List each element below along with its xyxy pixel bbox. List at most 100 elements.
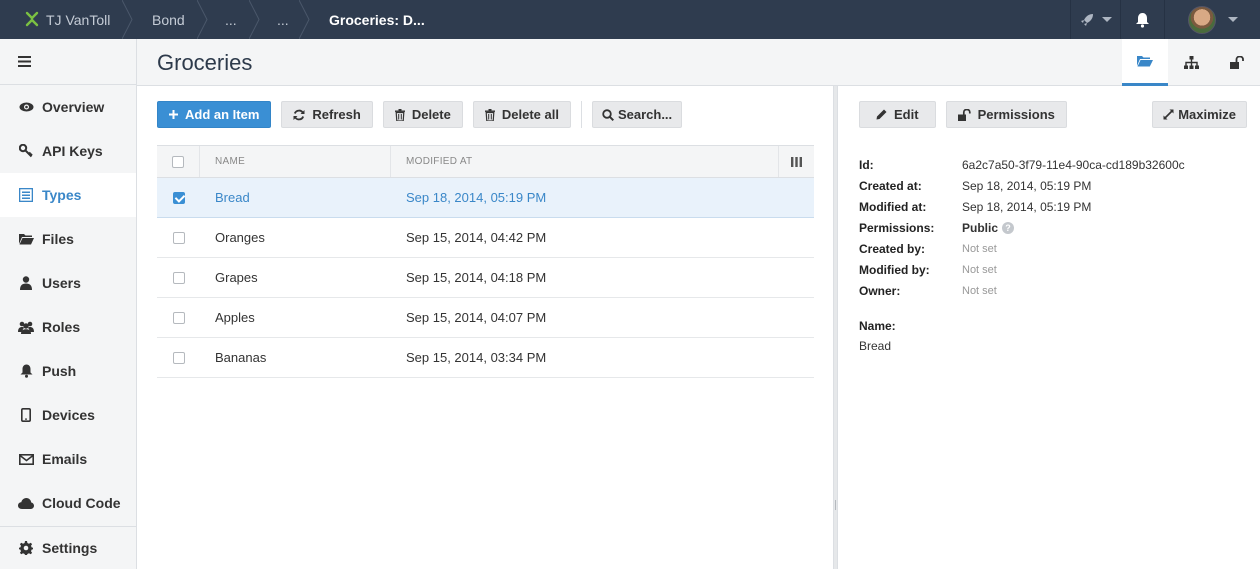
page-header: Groceries: [137, 39, 1260, 86]
item-properties: Id: 6a2c7a50-3f79-11e4-90ca-cd189b32600c…: [859, 154, 1249, 301]
unlock-icon: [1230, 56, 1244, 69]
chevron-down-icon: [1227, 17, 1238, 22]
unlock-icon: [957, 108, 971, 121]
search-icon: [602, 108, 614, 121]
grid-header: NAME MODIFIED AT: [157, 145, 814, 178]
breadcrumb-user[interactable]: TJ VanToll: [0, 0, 133, 39]
cell-modified: Sep 15, 2014, 04:07 PM: [406, 310, 547, 325]
property-value: Sep 18, 2014, 05:19 PM: [962, 178, 1092, 193]
table-row[interactable]: Bananas Sep 15, 2014, 03:34 PM: [157, 338, 814, 378]
page-title: Groceries: [157, 50, 253, 75]
sidebar-item-emails[interactable]: Emails: [0, 437, 136, 481]
property-value: Not set: [962, 263, 997, 276]
sidebar-toggle-button[interactable]: [0, 39, 136, 85]
sidebar-item-label: Devices: [42, 407, 95, 423]
cell-modified: Sep 15, 2014, 04:18 PM: [406, 270, 547, 285]
deploy-menu-button[interactable]: [1070, 0, 1120, 39]
table-row[interactable]: Grapes Sep 15, 2014, 04:18 PM: [157, 258, 814, 298]
device-icon: [21, 408, 31, 422]
property-label: Modified by:: [859, 262, 930, 277]
tab-structure[interactable]: [1168, 39, 1214, 86]
property-row: Owner: Not set: [859, 280, 1249, 301]
add-item-button[interactable]: Add an Item: [157, 101, 272, 128]
table-row[interactable]: Oranges Sep 15, 2014, 04:42 PM: [157, 218, 814, 258]
refresh-icon: [293, 109, 305, 120]
sidebar-item-settings[interactable]: Settings: [0, 526, 136, 569]
sidebar-item-label: Overview: [42, 99, 105, 115]
property-label: Id:: [859, 157, 874, 172]
property-value: Not set: [962, 242, 997, 255]
row-checkbox[interactable]: [172, 311, 185, 324]
row-checkbox[interactable]: [172, 231, 185, 244]
add-item-label: Add an Item: [185, 107, 260, 122]
row-checkbox[interactable]: [172, 351, 185, 364]
property-row: Permissions: Public ?: [859, 217, 1249, 238]
brand-logo-icon: [25, 11, 39, 27]
tab-data[interactable]: [1122, 39, 1168, 86]
breadcrumb-app[interactable]: Bond: [128, 0, 208, 39]
expand-icon: [1163, 109, 1174, 120]
user-menu-button[interactable]: [1164, 0, 1260, 39]
sidebar-item-label: API Keys: [42, 143, 103, 159]
column-header-name[interactable]: NAME: [200, 146, 391, 177]
column-settings-button[interactable]: [779, 146, 814, 177]
sitemap-icon: [1183, 56, 1199, 69]
property-row: Created by: Not set: [859, 238, 1249, 259]
key-icon: [19, 144, 33, 158]
breadcrumb-label: Bond: [152, 11, 185, 28]
breadcrumb-ellipsis-1[interactable]: ...: [203, 0, 260, 39]
sidebar-item-push[interactable]: Push: [0, 349, 136, 393]
property-label: Modified at:: [859, 199, 927, 214]
row-checkbox[interactable]: [172, 271, 185, 284]
sidebar-item-overview[interactable]: Overview: [0, 85, 136, 129]
sidebar-item-types[interactable]: Types: [0, 173, 136, 217]
search-button[interactable]: Search...: [591, 101, 683, 128]
rocket-icon: [1080, 13, 1093, 26]
property-value: Not set: [962, 284, 997, 297]
sidebar-item-devices[interactable]: Devices: [0, 393, 136, 437]
permissions-button[interactable]: Permissions: [945, 101, 1067, 128]
delete-all-button[interactable]: Delete all: [472, 101, 571, 128]
notifications-button[interactable]: [1120, 0, 1164, 39]
delete-label: Delete: [411, 107, 451, 122]
list-icon: [19, 188, 33, 202]
sidebar-item-users[interactable]: Users: [0, 261, 136, 305]
cloud-icon: [18, 497, 34, 509]
sidebar-item-api-keys[interactable]: API Keys: [0, 129, 136, 173]
table-row[interactable]: Bread Sep 18, 2014, 05:19 PM: [157, 178, 814, 218]
toolbar-divider: [580, 101, 582, 128]
sidebar-item-roles[interactable]: Roles: [0, 305, 136, 349]
name-field-value: Bread: [859, 339, 892, 353]
breadcrumb-label: ...: [225, 11, 237, 28]
delete-button[interactable]: Delete: [382, 101, 463, 128]
edit-button[interactable]: Edit: [859, 101, 936, 128]
sidebar-item-label: Types: [42, 187, 82, 203]
property-row: Created at: Sep 18, 2014, 05:19 PM: [859, 175, 1249, 196]
property-label: Created by:: [859, 241, 926, 256]
delete-all-label: Delete all: [501, 107, 559, 122]
top-bar: TJ VanToll Bond ... ... Groceries: D...: [0, 0, 1260, 39]
sidebar-item-label: Users: [42, 275, 81, 291]
cell-modified: Sep 15, 2014, 04:42 PM: [406, 230, 547, 245]
help-icon[interactable]: ?: [1002, 221, 1015, 234]
user-name: TJ VanToll: [46, 11, 111, 28]
row-checkbox[interactable]: [172, 191, 185, 204]
columns-icon: [791, 156, 802, 167]
property-label: Permissions:: [859, 220, 935, 235]
breadcrumb-ellipsis-2[interactable]: ...: [255, 0, 310, 39]
items-list-pane: Add an Item Refresh Delete Delete all Se…: [137, 86, 833, 569]
tab-permissions[interactable]: [1214, 39, 1260, 86]
breadcrumb-label: ...: [277, 11, 289, 28]
sidebar-item-cloud-code[interactable]: Cloud Code: [0, 481, 136, 525]
property-row: Modified by: Not set: [859, 259, 1249, 280]
column-header-modified[interactable]: MODIFIED AT: [391, 146, 779, 177]
sidebar-item-files[interactable]: Files: [0, 217, 136, 261]
refresh-button[interactable]: Refresh: [281, 101, 373, 128]
table-row[interactable]: Apples Sep 15, 2014, 04:07 PM: [157, 298, 814, 338]
trash-icon: [394, 108, 405, 121]
property-label: Created at:: [859, 178, 922, 193]
cell-name: Grapes: [215, 270, 258, 285]
select-all-checkbox[interactable]: [172, 155, 184, 168]
avatar: [1187, 5, 1216, 34]
maximize-button[interactable]: Maximize: [1152, 101, 1247, 128]
